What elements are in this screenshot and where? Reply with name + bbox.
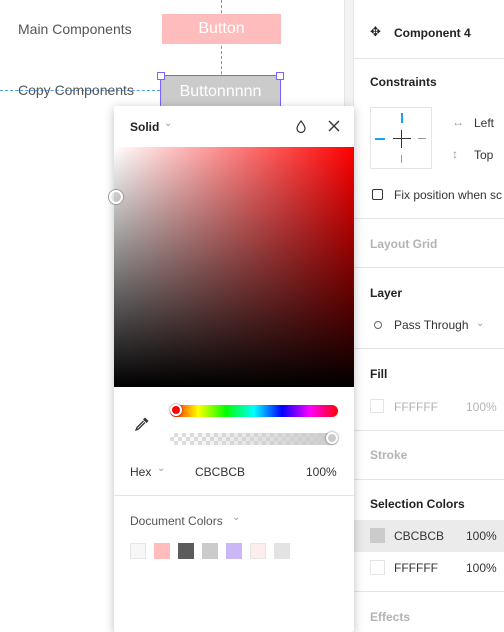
constraint-top-bar[interactable]: [401, 113, 403, 123]
selection-color-opacity[interactable]: 100%: [466, 561, 497, 575]
constraints-widget[interactable]: [370, 107, 432, 169]
selection-color-opacity[interactable]: 100%: [466, 529, 497, 543]
fix-position-label: Fix position when sc: [394, 188, 503, 202]
resize-handle-top-right[interactable]: [276, 72, 284, 80]
constraint-right-bar[interactable]: [418, 138, 426, 139]
document-color-swatch[interactable]: [250, 543, 266, 559]
fill-section: Fill FFFFFF 100%: [354, 348, 504, 431]
resize-handle-top-left[interactable]: [157, 72, 165, 80]
document-color-swatch[interactable]: [178, 543, 194, 559]
document-color-swatch[interactable]: [154, 543, 170, 559]
main-components-label: Main Components: [18, 21, 132, 37]
constraint-left-bar[interactable]: [375, 138, 385, 140]
fill-hex-value[interactable]: FFFFFF: [394, 400, 438, 414]
horizontal-arrow-icon: ↔: [452, 115, 464, 129]
constraints-section: Constraints ↔ Left ↕ Top Fix position wh…: [354, 58, 504, 219]
document-color-swatch[interactable]: [130, 543, 146, 559]
opacity-slider[interactable]: [170, 433, 338, 445]
fix-position-checkbox[interactable]: [372, 189, 383, 200]
fill-opacity-value[interactable]: 100%: [466, 400, 497, 414]
blend-mode-chevron-icon[interactable]: ⌄: [476, 318, 484, 329]
fill-title: Fill: [370, 367, 388, 381]
stroke-section: Stroke: [354, 430, 504, 480]
document-color-swatch[interactable]: [226, 543, 242, 559]
opacity-slider-handle[interactable]: [326, 432, 338, 444]
horizontal-constraint-select[interactable]: Left: [474, 116, 494, 130]
layer-title: Layer: [370, 286, 403, 300]
hue-slider-handle[interactable]: [170, 404, 182, 416]
copy-components-label: Copy Components: [18, 82, 134, 98]
hue-slider[interactable]: [170, 405, 338, 417]
layout-grid-title[interactable]: Layout Grid: [370, 237, 437, 251]
stroke-title[interactable]: Stroke: [370, 448, 407, 462]
selection-color-swatch[interactable]: [370, 528, 385, 543]
selection-color-swatch[interactable]: [370, 560, 385, 575]
saturation-value-handle[interactable]: [109, 190, 123, 204]
component-title: Component 4: [394, 26, 471, 40]
main-component-button[interactable]: Button: [162, 14, 281, 44]
selection-color-row[interactable]: FFFFFF 100%: [354, 552, 504, 584]
picker-opacity-input[interactable]: 100%: [306, 465, 337, 479]
fill-color-swatch[interactable]: [370, 399, 384, 413]
document-colors-select[interactable]: Document Colors: [130, 514, 223, 528]
properties-panel: ✥ Component 4 Constraints ↔ Left ↕ Top F…: [354, 0, 504, 632]
selection-color-hex[interactable]: CBCBCB: [394, 529, 444, 543]
document-color-swatch[interactable]: [202, 543, 218, 559]
color-model-chevron-icon[interactable]: ⌄: [157, 463, 165, 474]
picker-divider: [114, 495, 354, 496]
saturation-value-area[interactable]: [114, 147, 354, 387]
constraint-center-h: [393, 138, 411, 139]
color-picker-popover: Solid ⌄ Hex ⌄ CBCBCB 100% Document Color…: [109, 106, 354, 632]
selection-color-row[interactable]: CBCBCB 100%: [354, 520, 504, 552]
constraint-center-v: [401, 130, 402, 148]
document-colors-chevron-icon[interactable]: ⌄: [232, 512, 240, 523]
layout-grid-section: Layout Grid: [354, 218, 504, 268]
paint-type-select[interactable]: Solid: [130, 120, 159, 134]
effects-section: Effects: [354, 591, 504, 632]
blend-drop-icon[interactable]: [296, 120, 306, 133]
close-icon[interactable]: [328, 120, 340, 132]
effects-title[interactable]: Effects: [370, 610, 410, 624]
eyedropper-icon[interactable]: [134, 416, 150, 432]
constraints-title: Constraints: [370, 75, 437, 89]
constraint-bottom-bar[interactable]: [401, 155, 402, 163]
selection-colors-section: Selection Colors CBCBCB 100% FFFFFF 100%: [354, 479, 504, 592]
component-icon: ✥: [370, 24, 381, 39]
blend-mode-icon: [374, 321, 382, 329]
selection-color-hex[interactable]: FFFFFF: [394, 561, 438, 575]
color-model-select[interactable]: Hex: [130, 465, 151, 479]
blend-mode-select[interactable]: Pass Through: [394, 318, 469, 332]
selection-colors-title: Selection Colors: [370, 497, 465, 511]
vertical-arrow-icon: ↕: [452, 147, 458, 161]
layer-section: Layer Pass Through ⌄: [354, 267, 504, 349]
document-color-swatch[interactable]: [274, 543, 290, 559]
hex-input[interactable]: CBCBCB: [195, 465, 245, 479]
paint-type-chevron-icon[interactable]: ⌄: [164, 118, 172, 129]
vertical-constraint-select[interactable]: Top: [474, 148, 493, 162]
copy-component-button[interactable]: Buttonnnnn: [160, 75, 281, 108]
